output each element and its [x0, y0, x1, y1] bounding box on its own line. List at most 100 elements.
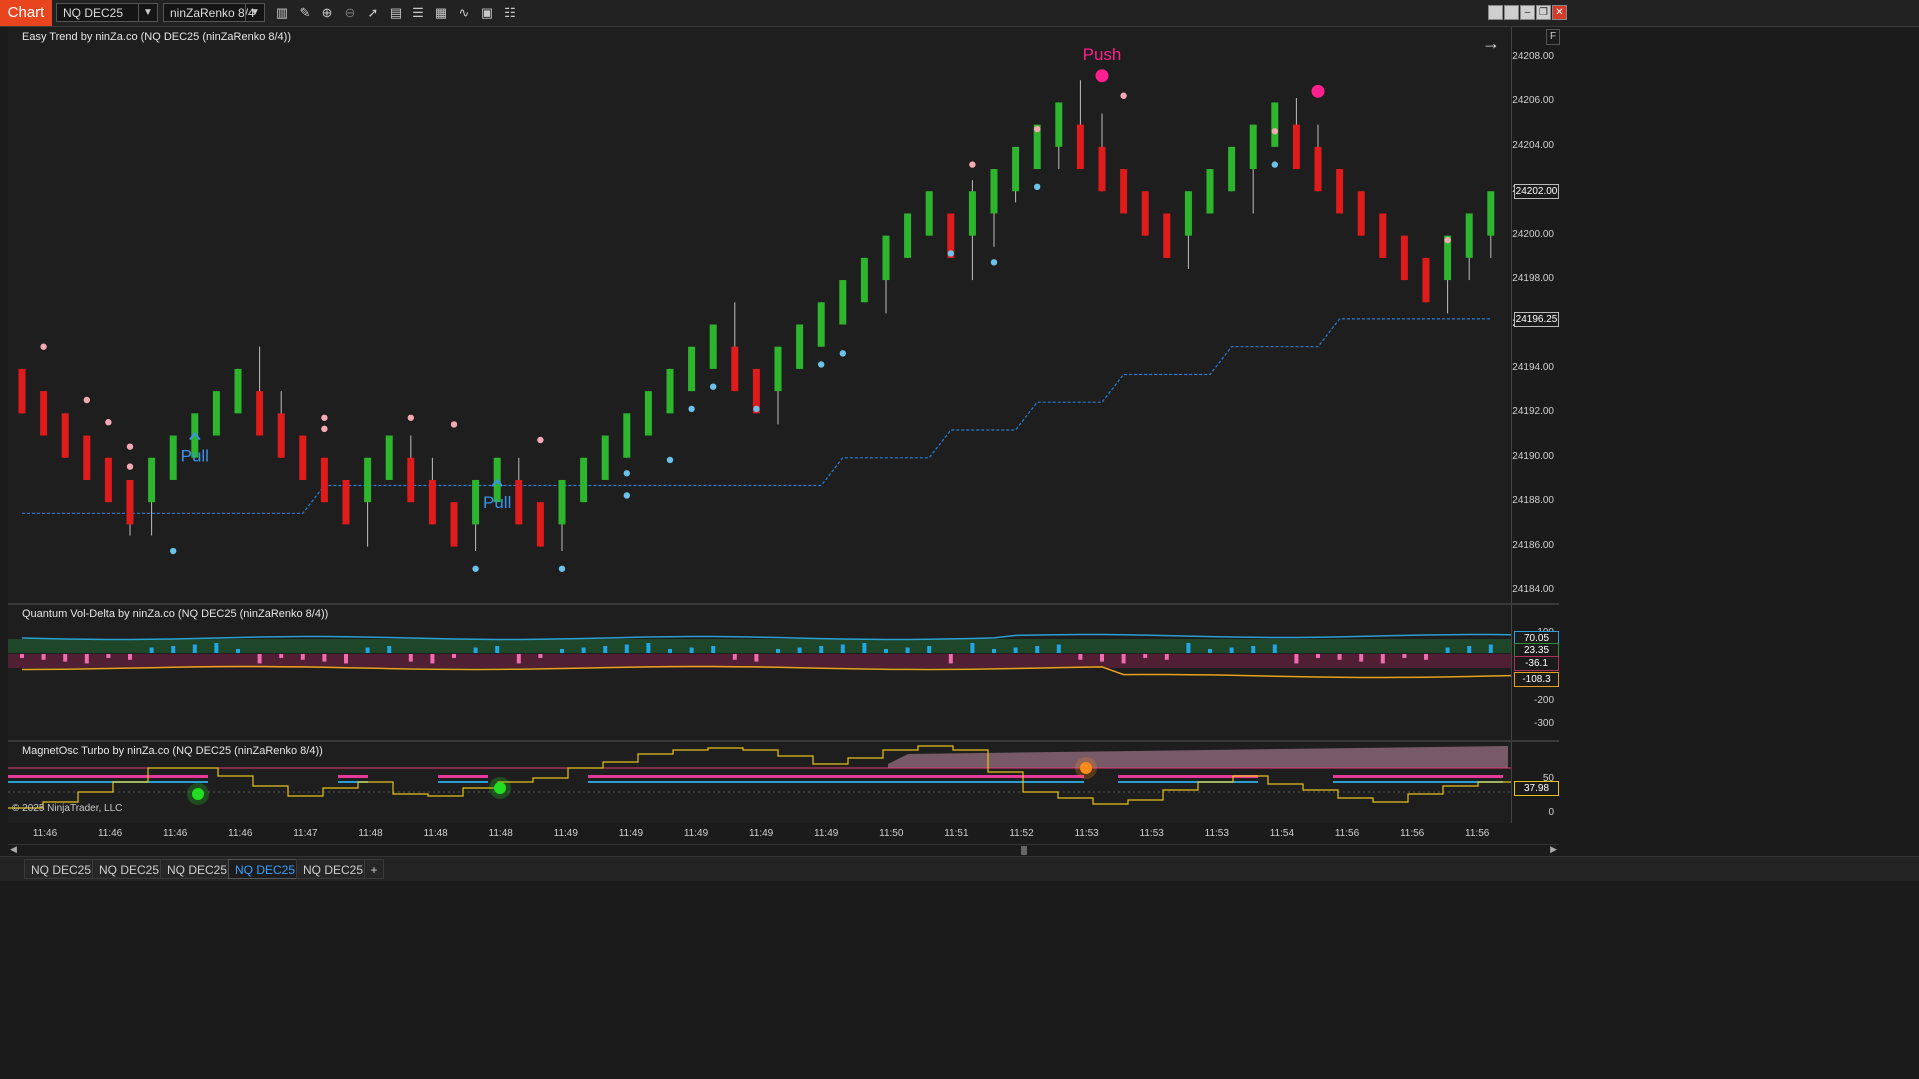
signal-dot [623, 470, 630, 477]
candle-up [860, 257, 868, 303]
candle-down [1336, 169, 1344, 214]
pointer-icon[interactable]: ➚ [364, 4, 382, 22]
bars-type-icon[interactable]: ▥ [273, 4, 291, 22]
vd-delta-bar [106, 654, 111, 658]
tab-chart-5[interactable]: NQ DEC25 [296, 859, 371, 879]
vd-delta-bar [1035, 646, 1040, 653]
candle-up [817, 302, 825, 347]
price-chart[interactable]: Pull Pull Push [8, 27, 1511, 603]
scroll-right-icon[interactable]: ▶ [1550, 844, 1557, 855]
price-axis[interactable]: F 24208.00 24206.00 24204.00 24202.00 24200.… [1511, 27, 1560, 603]
close-icon[interactable]: ✕ [1552, 5, 1567, 20]
candle-down [1314, 146, 1322, 192]
candle-down [1292, 124, 1300, 170]
tile-icon[interactable] [1488, 5, 1503, 20]
data-box-icon[interactable]: ▤ [387, 4, 405, 22]
vd-delta-bar [1078, 654, 1083, 660]
vd-delta-bar [581, 647, 586, 653]
zoom-in-icon[interactable]: ⊕ [318, 4, 336, 22]
magnet-panel[interactable]: MagnetOsc Turbo by ninZa.co (NQ DEC25 (n… [8, 742, 1511, 823]
price-axis-label: 24208.00 [1512, 51, 1554, 62]
candle-down [536, 502, 544, 547]
candle-up [1487, 191, 1495, 236]
signal-dot [537, 436, 544, 444]
vd-delta-bar [1100, 654, 1104, 662]
time-axis-label: 11:53 [1204, 828, 1229, 839]
price-axis-label: 24192.00 [1512, 406, 1554, 418]
candle-up [796, 324, 804, 369]
arrow-right-icon[interactable]: → [1482, 33, 1500, 54]
trend-level-marker: 24196.25 [1514, 311, 1559, 327]
signal-dot [969, 161, 976, 168]
voldelta-axis[interactable]: 100 -200 -300 70.05 23.35 -36.1 -108.3 [1511, 605, 1560, 740]
chevron-down-icon[interactable]: ▼ [138, 4, 157, 21]
signal-dot [450, 421, 458, 428]
add-tab-button[interactable]: + [364, 859, 384, 879]
signal-dot [83, 396, 91, 404]
vd-delta-bar [84, 654, 89, 664]
price-axis-label: 24186.00 [1512, 539, 1554, 551]
magnet-chart[interactable] [8, 742, 1511, 823]
vd-delta-bar [495, 646, 500, 653]
pull-label: Pull [181, 447, 209, 466]
bar-type-selector[interactable]: ninZaRenko 8/4 ▼ [163, 3, 265, 22]
tab-chart-2[interactable]: NQ DEC25 [92, 859, 167, 879]
chart-tag[interactable]: Chart [0, 0, 52, 26]
layout-icon[interactable] [1504, 5, 1519, 20]
maximize-icon[interactable]: ❐ [1536, 5, 1551, 20]
price-panel[interactable]: Easy Trend by ninZa.co (NQ DEC25 (ninZaR… [8, 27, 1511, 603]
mo-blue-segment [588, 781, 1084, 783]
voldelta-panel[interactable]: Quantum Vol-Delta by ninZa.co (NQ DEC25 … [8, 605, 1511, 740]
signal-dot [753, 405, 760, 413]
instrument-selector[interactable]: NQ DEC25 ▼ [56, 3, 158, 22]
time-axis-label: 11:56 [1465, 828, 1490, 839]
templates-icon[interactable]: ▣ [478, 4, 496, 22]
tab-chart-3[interactable]: NQ DEC25 [160, 859, 235, 879]
signal-dot [1271, 161, 1279, 168]
time-axis-label: 11:48 [488, 828, 513, 839]
tab-chart-4[interactable]: NQ DEC25 [228, 859, 303, 879]
mo-signal-dot [494, 782, 506, 794]
indicators-icon[interactable]: ∿ [455, 4, 473, 22]
vd-delta-bar [344, 654, 348, 664]
tab-chart-1[interactable]: NQ DEC25 [24, 859, 99, 879]
time-axis-label: 11:46 [97, 828, 123, 839]
list-icon[interactable]: ☷ [501, 4, 519, 22]
scroll-left-icon[interactable]: ◀ [10, 844, 17, 855]
candle-down [1163, 213, 1171, 258]
chart-tabs: NQ DEC25 NQ DEC25 NQ DEC25 NQ DEC25 NQ D… [0, 856, 1919, 881]
properties-icon[interactable]: ☰ [409, 4, 427, 22]
candle-up [1271, 102, 1279, 147]
magnet-axis[interactable]: 50 0 37.98 [1511, 742, 1560, 823]
time-axis[interactable]: 11:46 11:46 11:46 11:46 11:47 11:48 11:48 11:48… [8, 823, 1559, 843]
strategies-icon[interactable]: ▦ [432, 4, 450, 22]
vd-delta-bar [992, 649, 996, 653]
vd-orange-line [21, 665, 1511, 679]
vd-delta-bar [1359, 654, 1364, 662]
candle-down [450, 502, 458, 547]
signal-dot [623, 492, 630, 499]
candle-up [904, 213, 912, 258]
candle-up [234, 368, 242, 414]
vd-green-band [8, 639, 1511, 653]
panel-flag[interactable]: F [1546, 29, 1560, 45]
candle-up [1249, 124, 1257, 170]
candle-down [1357, 191, 1365, 236]
vd-delta-bar [257, 654, 262, 664]
scroll-thumb[interactable] [1021, 846, 1027, 855]
magnet-marker: 37.98 [1514, 781, 1559, 796]
zoom-out-icon[interactable]: ⊖ [341, 4, 359, 22]
copyright-text: © 2025 NinjaTrader, LLC [12, 803, 123, 814]
price-axis-label: 24198.00 [1512, 273, 1554, 285]
vd-delta-bar [819, 646, 824, 653]
voldelta-chart[interactable] [8, 605, 1511, 740]
minimize-icon[interactable]: – [1520, 5, 1535, 20]
vd-delta-bar [754, 654, 759, 662]
draw-tool-icon[interactable]: ✎ [296, 4, 314, 22]
candle-up [364, 457, 372, 503]
chevron-down-icon[interactable]: ▼ [245, 4, 264, 21]
signal-dot [990, 259, 998, 266]
candle-down [83, 435, 91, 480]
signal-dot [666, 456, 674, 464]
signal-dot [472, 565, 479, 572]
